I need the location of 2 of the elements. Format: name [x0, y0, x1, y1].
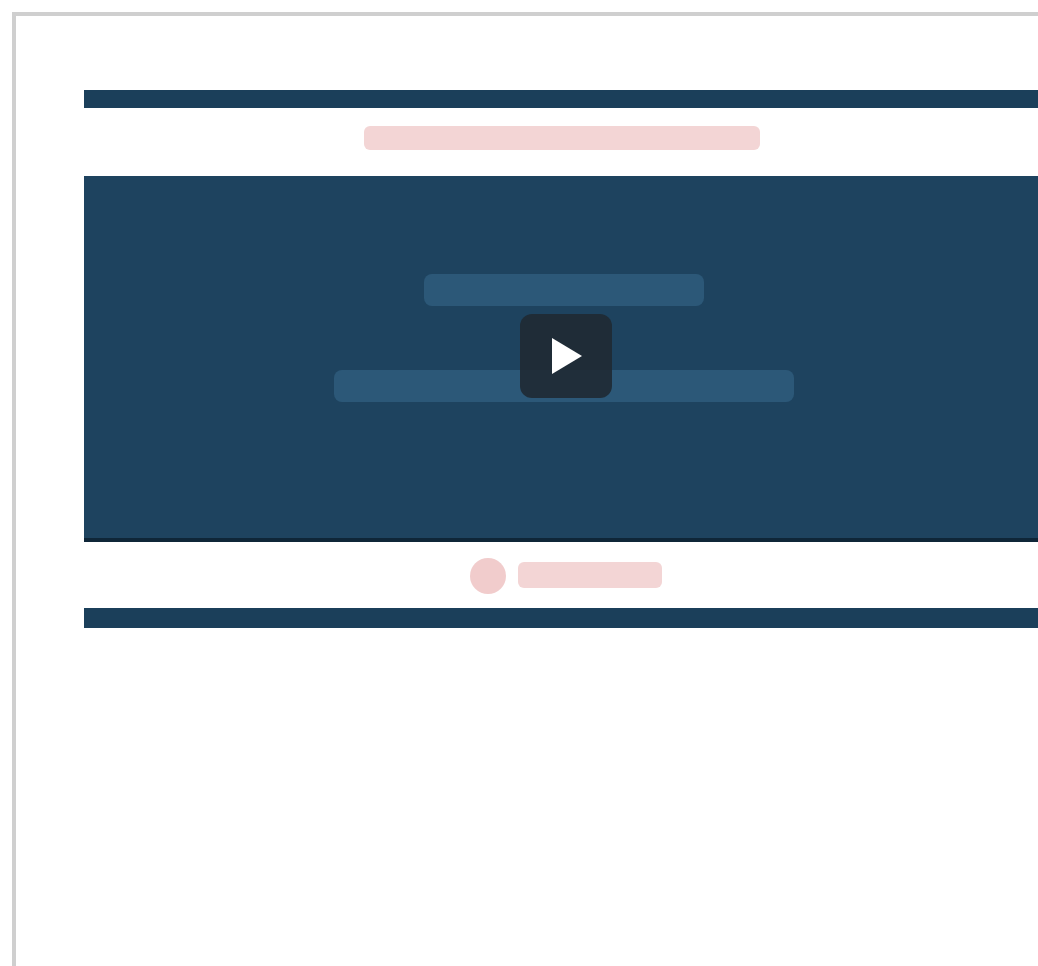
play-button[interactable] [520, 314, 612, 398]
play-icon [550, 338, 582, 374]
